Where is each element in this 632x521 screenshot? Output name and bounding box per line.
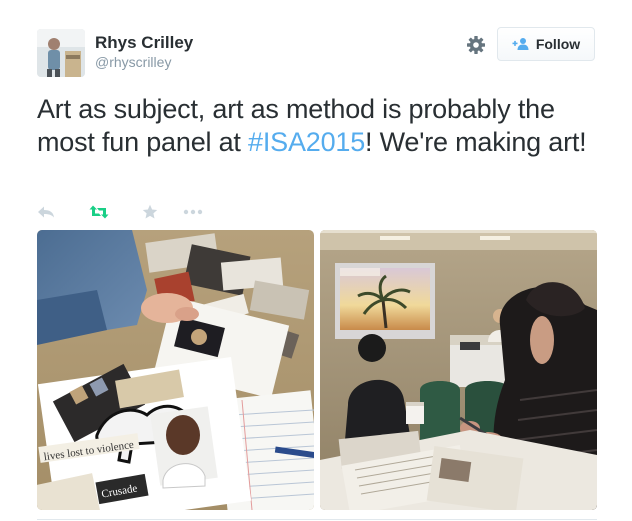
photo-conference-room[interactable] xyxy=(320,230,597,510)
reply-icon[interactable] xyxy=(37,206,55,218)
avatar[interactable] xyxy=(37,29,85,77)
avatar-image xyxy=(37,29,85,77)
user-info[interactable]: Rhys Crilley @rhyscrilley xyxy=(95,33,193,77)
follow-button[interactable]: Follow xyxy=(497,27,595,61)
tweet-actions xyxy=(37,203,203,221)
tweet-text-part: ! We're making art! xyxy=(365,127,587,157)
divider xyxy=(37,519,597,520)
retweet-icon[interactable] xyxy=(89,205,109,219)
user-handle[interactable]: @rhyscrilley xyxy=(95,53,193,71)
more-icon[interactable] xyxy=(183,209,203,215)
tweet-media: lives lost to violence Crusade xyxy=(37,230,597,510)
gear-icon[interactable] xyxy=(466,35,486,55)
follow-button-label: Follow xyxy=(535,36,581,52)
add-user-icon xyxy=(512,37,530,51)
display-name[interactable]: Rhys Crilley xyxy=(95,33,193,53)
hashtag-link[interactable]: #ISA2015 xyxy=(248,127,365,157)
favorite-icon[interactable] xyxy=(142,204,158,220)
tweet-text: Art as subject, art as method is probabl… xyxy=(37,93,597,159)
photo-collage-table[interactable]: lives lost to violence Crusade xyxy=(37,230,314,510)
